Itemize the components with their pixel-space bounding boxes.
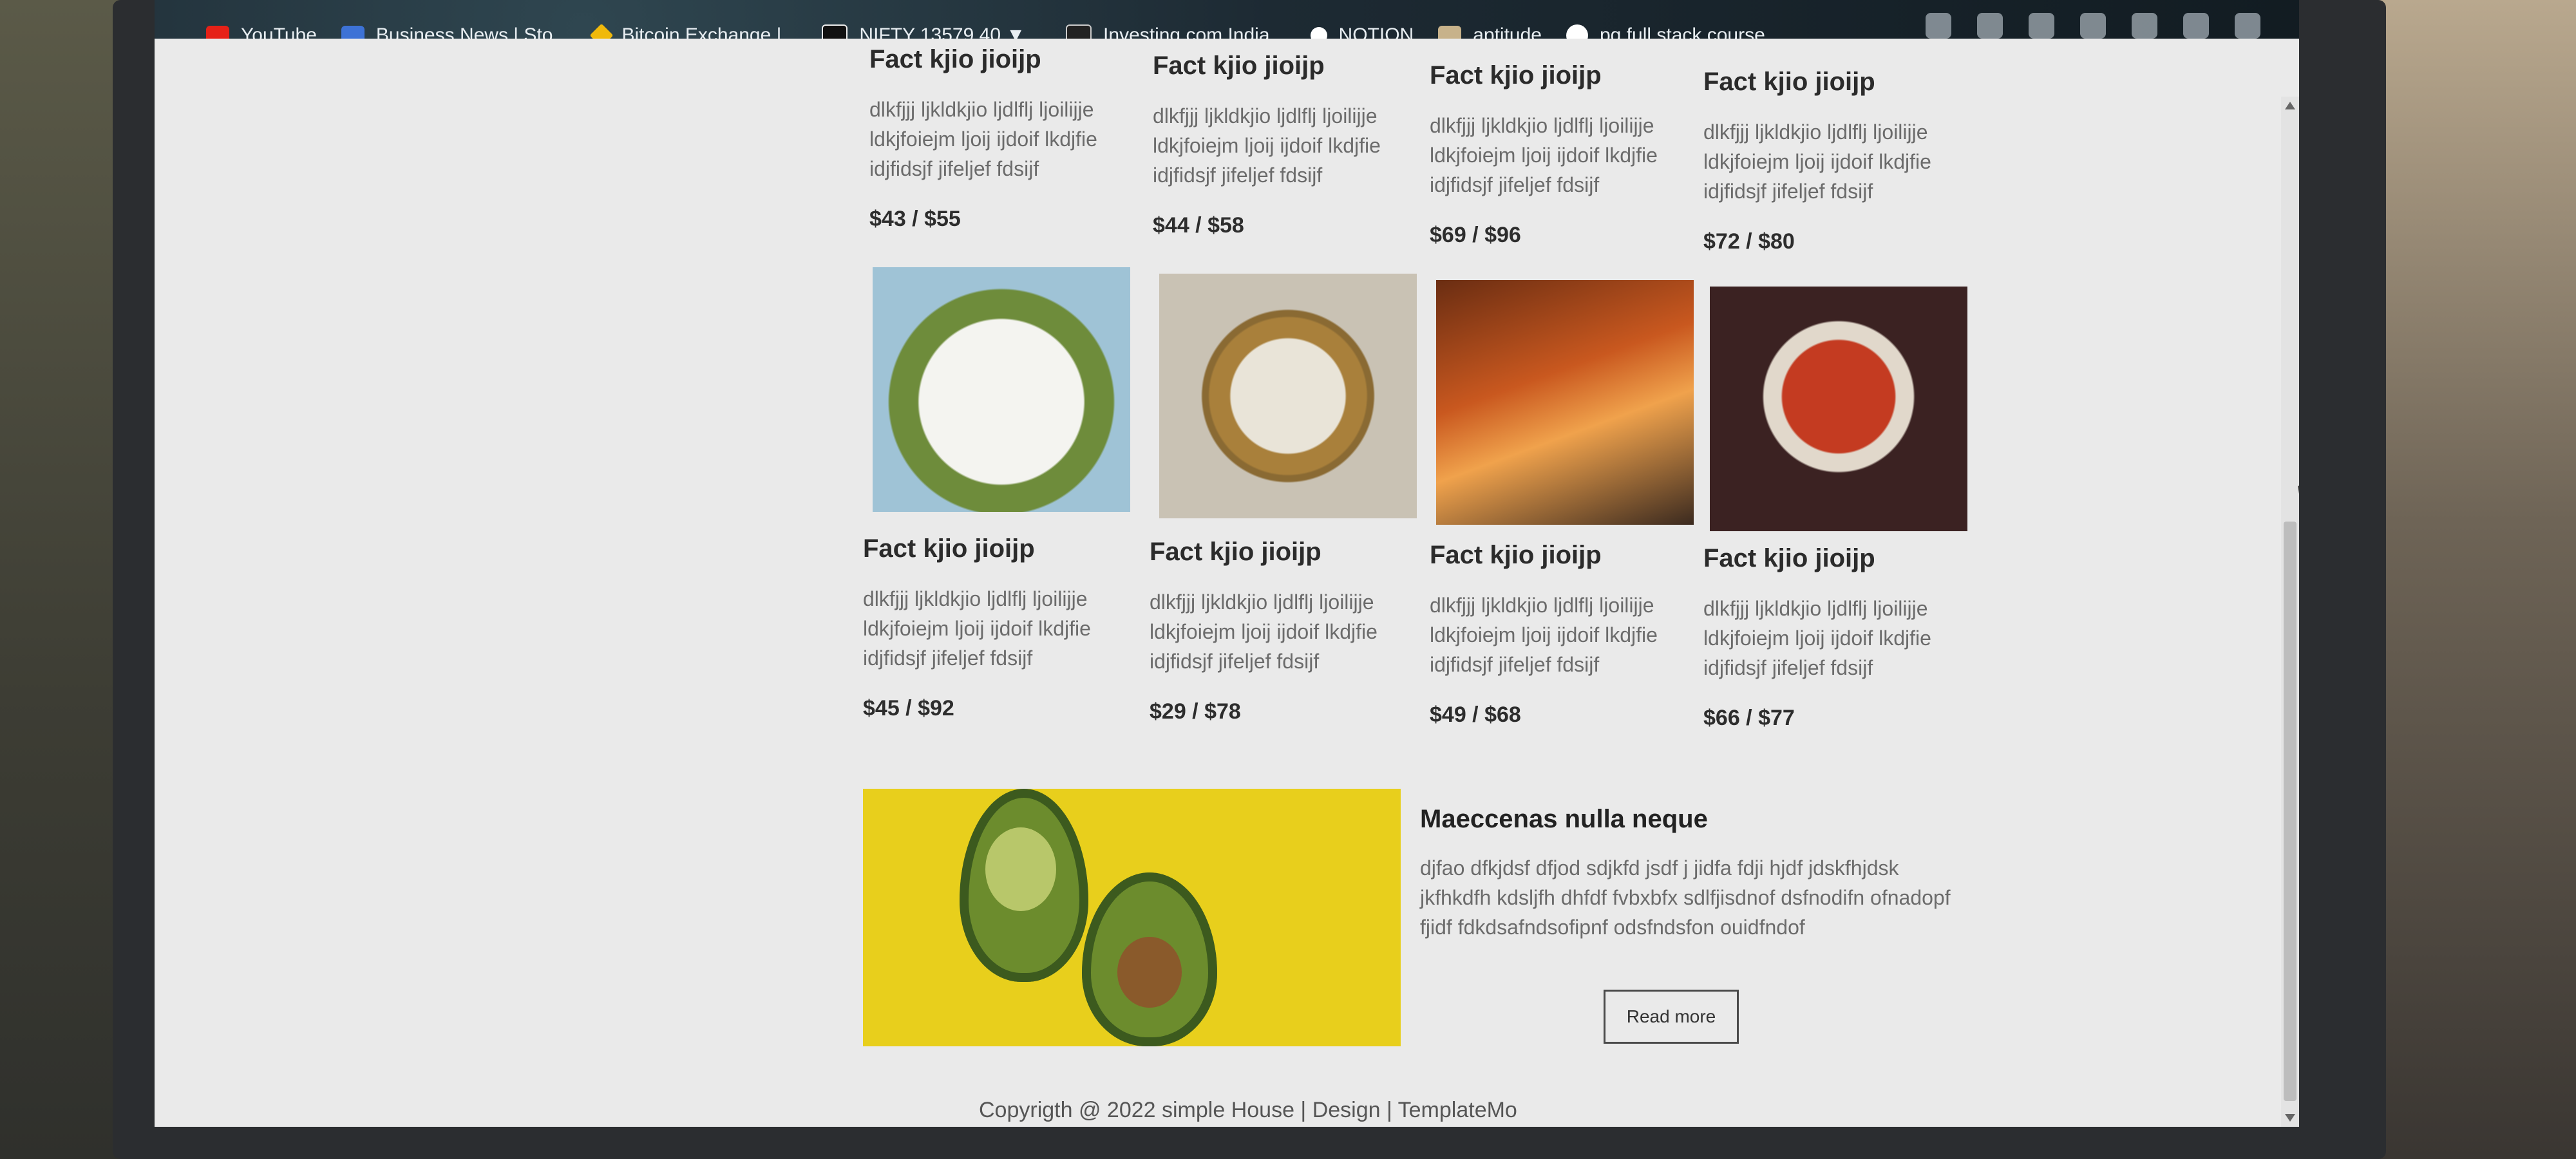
star-icon[interactable] <box>1977 13 2003 39</box>
tacos-image[interactable] <box>1436 280 1694 525</box>
share-icon[interactable] <box>1926 13 1951 39</box>
rice-pudding-image[interactable] <box>1159 274 1417 518</box>
page-scrollbar[interactable] <box>2281 97 2299 1127</box>
menu-card: Fact kjio jioijp dlkfjjj ljkldkjio ljdlf… <box>1703 68 1974 254</box>
pasta-image[interactable] <box>1710 287 1967 531</box>
card-description: dlkfjjj ljkldkjio ljdlflj ljoilijje ldkj… <box>1703 597 1931 679</box>
card-price: $66 / $77 <box>1703 706 1795 730</box>
salad-image[interactable] <box>873 267 1130 512</box>
card-description: dlkfjjj ljkldkjio ljdlflj ljoilijje ldkj… <box>863 587 1091 670</box>
read-more-button[interactable]: Read more <box>1604 990 1739 1044</box>
extension-icon[interactable] <box>2183 13 2209 39</box>
card-price: $43 / $55 <box>869 207 961 231</box>
card-description: dlkfjjj ljkldkjio ljdlflj ljoilijje ldkj… <box>869 98 1097 180</box>
scroll-up-icon[interactable] <box>2285 102 2295 109</box>
card-title: Fact kjio jioijp <box>869 45 1041 73</box>
card-title: Fact kjio jioijp <box>1150 538 1321 566</box>
card-description: dlkfjjj ljkldkjio ljdlflj ljoilijje ldkj… <box>1430 594 1658 676</box>
menu-card: Fact kjio jioijp dlkfjjj ljkldkjio ljdlf… <box>869 45 1140 232</box>
card-description: dlkfjjj ljkldkjio ljdlflj ljoilijje ldkj… <box>1153 104 1381 187</box>
card-description: dlkfjjj ljkldkjio ljdlflj ljoilijje ldkj… <box>1150 590 1378 673</box>
card-title: Fact kjio jioijp <box>1430 541 1602 569</box>
menu-card: Fact kjio jioijp dlkfjjj ljkldkjio ljdlf… <box>863 534 1133 721</box>
browser-toolbar-icons <box>1926 13 2260 39</box>
card-price: $69 / $96 <box>1430 223 1521 247</box>
scroll-down-icon[interactable] <box>2285 1114 2295 1122</box>
card-title: Fact kjio jioijp <box>1430 61 1602 90</box>
extension-icon[interactable] <box>2132 13 2157 39</box>
card-description: dlkfjjj ljkldkjio ljdlflj ljoilijje ldkj… <box>1703 120 1931 203</box>
menu-card: Fact kjio jioijp dlkfjjj ljkldkjio ljdlf… <box>1153 52 1423 238</box>
menu-card: Fact kjio jioijp dlkfjjj ljkldkjio ljdlf… <box>1430 61 1700 248</box>
scroll-thumb[interactable] <box>2284 522 2297 1101</box>
feature-title: Maeccenas nulla neque <box>1420 805 1708 833</box>
card-title: Fact kjio jioijp <box>863 534 1035 563</box>
card-title: Fact kjio jioijp <box>1703 68 1875 96</box>
card-price: $49 / $68 <box>1430 702 1521 727</box>
menu-card: Fact kjio jioijp dlkfjjj ljkldkjio ljdlf… <box>1430 541 1700 728</box>
footer-copyright: Copyrigth @ 2022 simple House | Design |… <box>979 1098 1517 1122</box>
profile-avatar-icon[interactable] <box>2235 13 2260 39</box>
menu-card: Fact kjio jioijp dlkfjjj ljkldkjio ljdlf… <box>1703 544 1974 731</box>
card-price: $44 / $58 <box>1153 213 1244 238</box>
extension-icon[interactable] <box>2029 13 2054 39</box>
card-title: Fact kjio jioijp <box>1703 544 1875 572</box>
card-title: Fact kjio jioijp <box>1153 52 1325 80</box>
card-price: $45 / $92 <box>863 696 954 721</box>
card-price: $72 / $80 <box>1703 229 1795 254</box>
browser-viewport: Fact kjio jioijp dlkfjjj ljkldkjio ljdlf… <box>155 39 2299 1127</box>
menu-card: Fact kjio jioijp dlkfjjj ljkldkjio ljdlf… <box>1150 538 1420 724</box>
card-price: $29 / $78 <box>1150 699 1241 724</box>
extension-icon[interactable] <box>2080 13 2106 39</box>
feature-text: djfao dfkjdsf dfjod sdjkfd jsdf j jidfa … <box>1420 856 1951 939</box>
avocado-image[interactable] <box>863 789 1401 1046</box>
card-description: dlkfjjj ljkldkjio ljdlflj ljoilijje ldkj… <box>1430 114 1658 196</box>
